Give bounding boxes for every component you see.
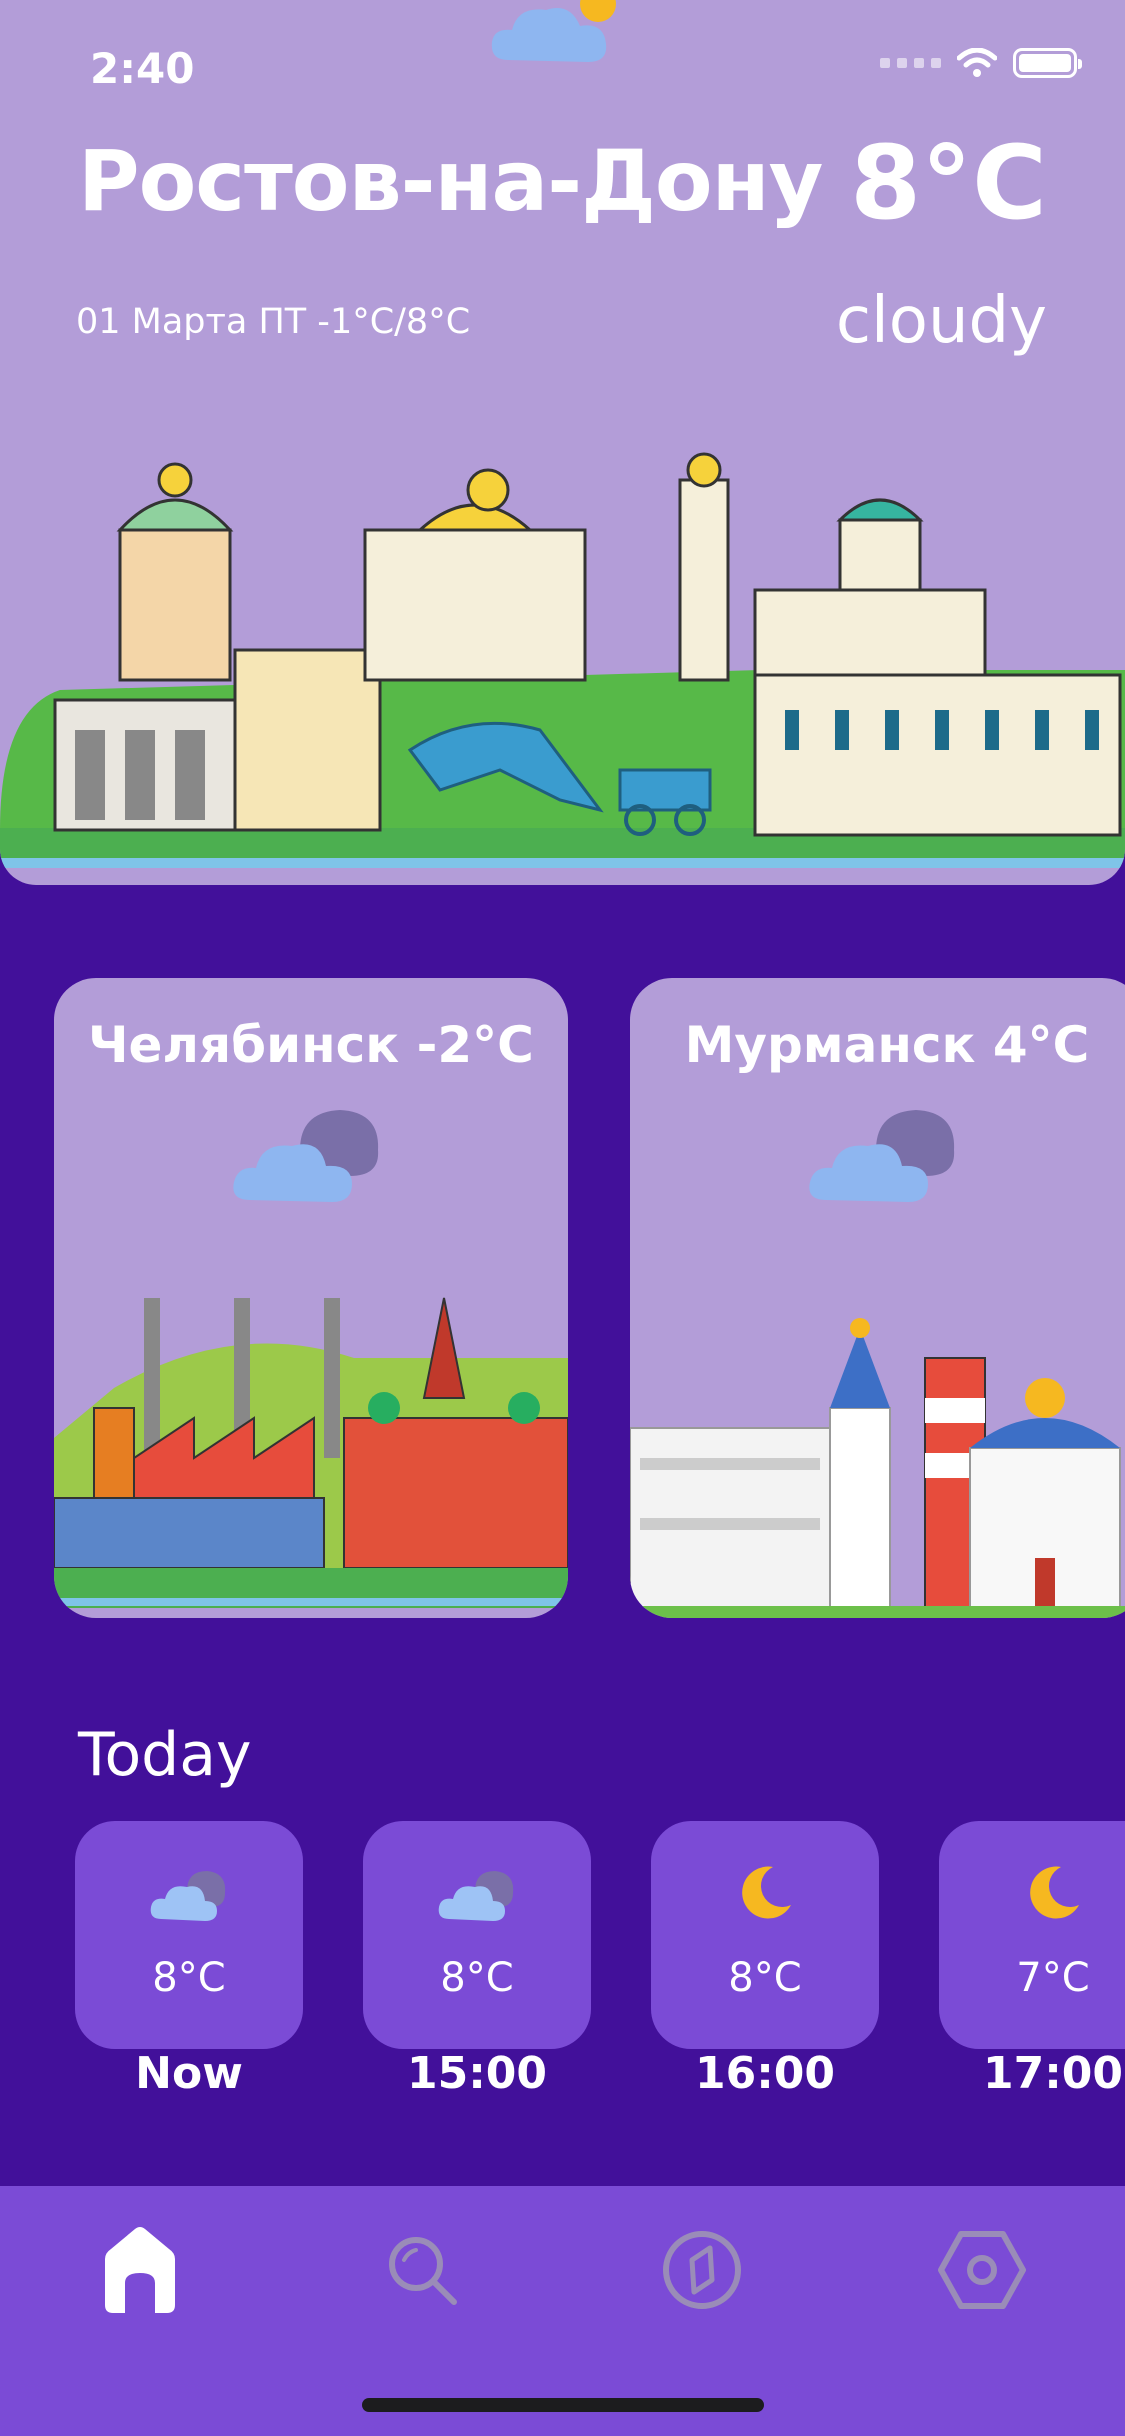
city-card-title: Мурманск 4°C — [684, 1016, 1090, 1074]
city-card-chelyabinsk[interactable]: Челябинск -2°C — [54, 978, 568, 1618]
hourly-forecast-card[interactable]: 7°C — [939, 1821, 1125, 2049]
moon-icon — [939, 1861, 1125, 1931]
hour-temperature: 8°C — [728, 1955, 802, 2001]
hour-temperature: 8°C — [440, 1955, 514, 2001]
rostov-skyline-illustration — [0, 452, 1125, 868]
cloud-icon — [233, 1110, 379, 1202]
current-temperature: 8°C — [850, 124, 1047, 243]
city-card-title: Челябинск -2°C — [88, 1016, 534, 1074]
murmansk-illustration — [630, 1318, 1125, 1618]
compass-icon — [663, 2231, 741, 2309]
hour-temperature: 7°C — [1016, 1955, 1090, 2001]
cloud-icon — [363, 1861, 591, 1931]
status-time: 2:40 — [90, 44, 195, 93]
home-indicator[interactable] — [362, 2398, 764, 2412]
current-city: Ростов-на-Дону — [78, 132, 823, 230]
hour-label: 16:00 — [694, 2048, 836, 2099]
moon-icon — [651, 1861, 879, 1931]
hourly-forecast-card[interactable]: 8°C — [363, 1821, 591, 2049]
hour-label: 17:00 — [982, 2048, 1124, 2099]
hour-label: 15:00 — [406, 2048, 548, 2099]
date-range: 01 Марта ПТ -1°C/8°C — [76, 302, 471, 342]
home-icon — [105, 2227, 175, 2313]
chelyabinsk-illustration — [54, 1297, 568, 1608]
hourly-forecast-card[interactable]: 8°C — [75, 1821, 303, 2049]
hourly-forecast-card[interactable]: 8°C — [651, 1821, 879, 2049]
hero-section: 2:40 Ростов-на-Дону 8°C 01 Марта ПТ -1°C… — [0, 0, 1125, 885]
weather-condition: cloudy — [835, 284, 1047, 358]
city-card-murmansk[interactable]: Мурманск 4°C — [630, 978, 1125, 1618]
tab-compass[interactable] — [652, 2220, 752, 2320]
tab-home[interactable] — [90, 2220, 190, 2320]
cloud-icon — [809, 1110, 955, 1202]
sun-cloud-icon — [491, 0, 616, 62]
weather-screen: 2:40 Ростов-на-Дону 8°C 01 Марта ПТ -1°C… — [0, 0, 1125, 2436]
tab-settings[interactable] — [932, 2220, 1032, 2320]
cloud-icon — [75, 1861, 303, 1931]
hour-label: Now — [135, 2048, 243, 2099]
wifi-icon — [957, 48, 997, 77]
today-heading: Today — [78, 1720, 252, 1790]
battery-icon — [1013, 48, 1082, 78]
status-icons — [880, 48, 1082, 78]
settings-icon — [938, 2231, 1026, 2309]
tab-search[interactable] — [372, 2220, 472, 2320]
search-icon — [389, 2237, 457, 2305]
signal-icon — [880, 58, 941, 68]
hour-temperature: 8°C — [152, 1955, 226, 2001]
